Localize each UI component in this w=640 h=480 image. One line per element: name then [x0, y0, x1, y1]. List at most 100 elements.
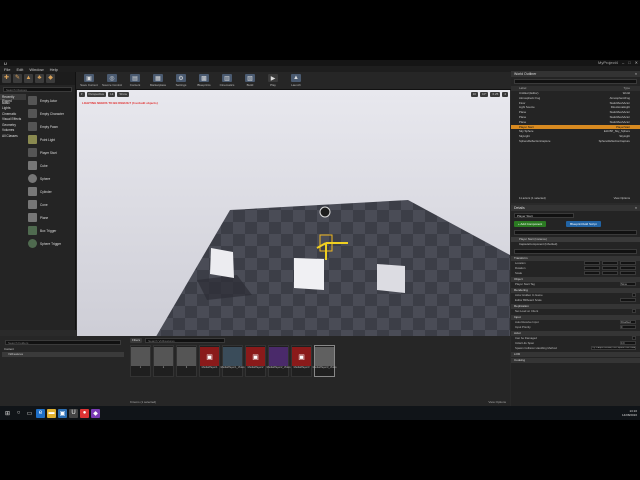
- lit-button[interactable]: Lit: [108, 91, 116, 97]
- place-item[interactable]: Box Trigger: [28, 224, 74, 237]
- place-mode-icon[interactable]: ✚: [2, 74, 11, 83]
- explorer-icon[interactable]: ▬: [47, 408, 56, 418]
- asset-tile[interactable]: ▣ MediaPlayer1: [199, 345, 220, 377]
- category-all-classes[interactable]: All Classes: [0, 133, 26, 139]
- billboard-scale-field[interactable]: [620, 298, 636, 303]
- sky-sphere-gizmo[interactable]: [319, 206, 331, 218]
- place-item[interactable]: Cylinder: [28, 185, 74, 198]
- ue-launcher-icon[interactable]: U: [69, 408, 78, 418]
- section-lod[interactable]: LOD: [511, 351, 640, 357]
- initial-life-span-field[interactable]: 0.0: [620, 341, 636, 346]
- folder-item-selected[interactable]: VidFeatures: [2, 351, 124, 357]
- chrome-icon[interactable]: ●: [80, 408, 89, 418]
- plane-3[interactable]: [377, 264, 405, 293]
- source-control-button[interactable]: ◎ Source Control: [101, 72, 123, 90]
- place-item[interactable]: Player Start: [28, 146, 74, 159]
- menu-file[interactable]: File: [4, 67, 10, 72]
- cinematics-button[interactable]: ▥ Cinematics: [216, 72, 238, 90]
- close-icon[interactable]: ×: [635, 205, 637, 211]
- app-icon[interactable]: ◆: [91, 408, 100, 418]
- class-search-input[interactable]: Search Classes: [3, 87, 72, 92]
- add-component-button[interactable]: + Add Component: [514, 221, 547, 227]
- landscape-mode-icon[interactable]: ▲: [24, 74, 33, 83]
- location-z-field[interactable]: [620, 261, 636, 266]
- outliner-search-input[interactable]: [514, 79, 637, 84]
- scale-z-field[interactable]: [620, 271, 636, 276]
- view-options-button[interactable]: View Options: [614, 196, 630, 201]
- scale-snap-button[interactable]: 0.25: [490, 91, 501, 97]
- can-be-damaged-checkbox[interactable]: [632, 336, 636, 341]
- task-view-icon[interactable]: ▭: [25, 409, 34, 418]
- grid-snap-button[interactable]: 10: [470, 91, 478, 97]
- launch-button[interactable]: ▲ Launch: [285, 72, 307, 90]
- rotation-snap-button[interactable]: 10°: [479, 91, 489, 97]
- hidden-in-game-checkbox[interactable]: [632, 293, 636, 298]
- settings-button[interactable]: ⚙ Settings: [170, 72, 192, 90]
- play-button[interactable]: ▶ Play: [262, 72, 284, 90]
- camera-speed-button[interactable]: 4: [502, 91, 508, 97]
- input-priority-field[interactable]: 0: [620, 325, 636, 330]
- place-item[interactable]: Empty Pawn: [28, 120, 74, 133]
- plane-1[interactable]: [210, 248, 234, 278]
- actor-name-field[interactable]: Player Start: [514, 213, 574, 218]
- marketplace-button[interactable]: ▦ Marketplace: [147, 72, 169, 90]
- place-item[interactable]: Sphere Trigger: [28, 237, 74, 250]
- filters-button[interactable]: Filters: [130, 338, 143, 343]
- net-load-checkbox[interactable]: [632, 309, 636, 314]
- place-item[interactable]: Plane: [28, 211, 74, 224]
- asset-tile[interactable]: 3: [176, 345, 197, 377]
- table-row[interactable]: SphereReflectionCapture SphereReflectionC…: [511, 139, 640, 144]
- clock[interactable]: 13:16 14/08/2016: [622, 409, 637, 417]
- menu-help[interactable]: Help: [50, 67, 58, 72]
- player-start-tag-field[interactable]: None: [620, 282, 636, 287]
- place-item[interactable]: Sphere: [28, 172, 74, 185]
- place-item[interactable]: Empty Character: [28, 107, 74, 120]
- blueprint-add-script-button[interactable]: Blueprint/Add Script: [566, 221, 601, 227]
- rotation-x-field[interactable]: [584, 266, 600, 271]
- plane-2[interactable]: [294, 258, 324, 290]
- close-icon[interactable]: ×: [635, 71, 637, 77]
- paint-mode-icon[interactable]: ✎: [13, 74, 22, 83]
- place-item[interactable]: Cone: [28, 198, 74, 211]
- location-y-field[interactable]: [602, 261, 618, 266]
- save-button[interactable]: ▣ Save Current: [78, 72, 100, 90]
- scale-x-field[interactable]: [584, 271, 600, 276]
- section-cooking[interactable]: Cooking: [511, 357, 640, 363]
- viewport-options-button[interactable]: ▾: [79, 91, 85, 97]
- place-item[interactable]: Empty Actor: [28, 94, 74, 107]
- asset-tile[interactable]: MediaPlayer1_Video: [221, 345, 244, 377]
- minimize-button[interactable]: –: [622, 60, 624, 65]
- store-icon[interactable]: ▣: [58, 408, 67, 418]
- close-button[interactable]: ✕: [635, 60, 638, 65]
- menu-edit[interactable]: Edit: [16, 67, 23, 72]
- rotation-y-field[interactable]: [602, 266, 618, 271]
- show-button[interactable]: Show: [117, 91, 129, 97]
- foliage-mode-icon[interactable]: ♣: [35, 74, 44, 83]
- view-options-button[interactable]: View Options: [488, 400, 506, 404]
- component-search-input[interactable]: [514, 230, 637, 235]
- place-item[interactable]: Point Light: [28, 133, 74, 146]
- search-icon[interactable]: ○: [14, 409, 23, 418]
- content-button[interactable]: ▤ Content: [124, 72, 146, 90]
- geometry-mode-icon[interactable]: ◆: [46, 74, 55, 83]
- folder-search-input[interactable]: Search Folders: [5, 340, 121, 345]
- rotation-z-field[interactable]: [620, 266, 636, 271]
- component-item[interactable]: CapsuleComponent (Inherited): [511, 242, 640, 247]
- scale-y-field[interactable]: [602, 271, 618, 276]
- blueprints-button[interactable]: ▩ Blueprints: [193, 72, 215, 90]
- auto-receive-input-select[interactable]: Disabled: [620, 320, 636, 325]
- menu-window[interactable]: Window: [29, 67, 43, 72]
- spawn-collision-select[interactable]: Try To Adjust Location, Don't Spawn If S…: [591, 346, 636, 351]
- start-icon[interactable]: ⊞: [3, 409, 12, 418]
- details-search-input[interactable]: [514, 248, 637, 254]
- edge-icon[interactable]: e: [36, 408, 45, 418]
- asset-tile[interactable]: MediaPlayer2_Video: [267, 345, 290, 377]
- asset-tile[interactable]: ▣ MediaPlayer2: [245, 345, 266, 377]
- maximize-button[interactable]: □: [628, 60, 630, 65]
- asset-search-input[interactable]: Search VidFeatures: [145, 338, 226, 343]
- asset-tile-selected[interactable]: MediaPlayer3_Video: [313, 345, 336, 377]
- build-button[interactable]: ▧ Build: [239, 72, 261, 90]
- location-x-field[interactable]: [584, 261, 600, 266]
- place-item[interactable]: Cube: [28, 159, 74, 172]
- perspective-button[interactable]: Perspective: [86, 91, 107, 97]
